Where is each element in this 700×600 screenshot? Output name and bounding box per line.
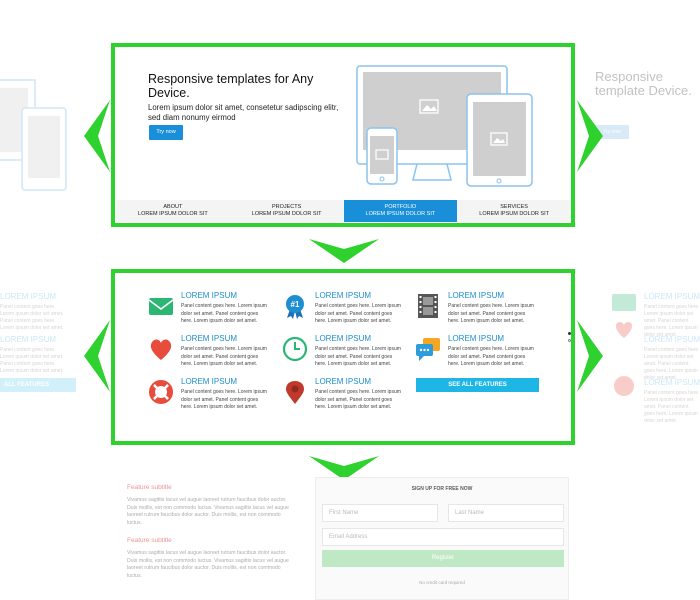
film-strip-icon — [418, 294, 438, 318]
feature-heading: LOREM IPSUM — [448, 291, 505, 300]
nav-sublabel: LOREM IPSUM DOLOR SIT — [251, 211, 322, 217]
ghost-feature-text: Panel content goes here. Lorem ipsum dol… — [0, 304, 64, 331]
map-pin-icon — [286, 381, 304, 404]
ghost-see-all-button: ALL FEATURES — [0, 378, 76, 392]
email-field[interactable]: Email Address — [322, 528, 564, 546]
ghost-feature-text: Panel content goes here. Lorem ipsum dol… — [644, 304, 700, 338]
ghost-feature-heading: LOREM IPSUM — [644, 378, 700, 387]
register-button[interactable]: Register — [322, 550, 564, 567]
try-now-button[interactable]: Try now — [149, 125, 183, 140]
heart-icon — [150, 339, 172, 360]
feature-heading: LOREM IPSUM — [315, 334, 372, 343]
nav-label: PROJECTS — [271, 204, 302, 210]
feature-subtitle: Feature subtitle — [127, 484, 172, 491]
feature-text: Panel content goes here. Lorem ipsum dol… — [448, 346, 534, 367]
award-badge-icon: #1 — [286, 295, 304, 319]
chat-bubbles-icon — [416, 338, 440, 361]
nav-item-about[interactable]: ABOUT LOREM IPSUM DOLOR SIT — [116, 200, 230, 222]
nav-sublabel: LOREM IPSUM DOLOR SIT — [138, 211, 208, 217]
nav-label: SERVICES — [500, 204, 528, 210]
hero-nav-bar: ABOUT LOREM IPSUM DOLOR SIT PROJECTS LOR… — [116, 200, 571, 222]
arrow-left-icon[interactable] — [84, 100, 110, 172]
ghost-feature-text: Panel content goes here. Lorem ipsum dol… — [0, 347, 64, 374]
ghost-feature-icons-right — [612, 294, 636, 396]
signup-form: SIGN UP FOR FREE NOW First Name Last Nam… — [315, 477, 569, 600]
first-name-field[interactable]: First Name — [322, 504, 438, 522]
feature-heading: LOREM IPSUM — [448, 334, 505, 343]
nav-item-projects[interactable]: PROJECTS LOREM IPSUM DOLOR SIT — [230, 200, 344, 222]
ghost-feature-text: Panel content goes here. Lorem ipsum dol… — [644, 347, 700, 381]
see-all-features-button[interactable]: SEE ALL FEATURES — [416, 378, 539, 392]
feature-text: Panel content goes here. Lorem ipsum dol… — [181, 346, 267, 367]
feature-text: Panel content goes here. Lorem ipsum dol… — [315, 303, 401, 324]
arrow-down-icon — [309, 239, 379, 263]
ghost-feature-heading: LOREM IPSUM — [644, 335, 700, 344]
lifebuoy-icon — [149, 380, 173, 404]
ghost-feature-text: Panel content goes here. Lorem ipsum dol… — [644, 390, 700, 424]
nav-item-portfolio[interactable]: PORTFOLIO LOREM IPSUM DOLOR SIT — [343, 200, 458, 222]
envelope-icon — [148, 298, 174, 315]
feature-text: Panel content goes here. Lorem ipsum dol… — [181, 389, 267, 410]
feature-heading: LOREM IPSUM — [315, 291, 372, 300]
clock-icon — [282, 336, 308, 362]
feature-heading: LOREM IPSUM — [181, 291, 238, 300]
feature-heading: LOREM IPSUM — [181, 377, 238, 386]
nav-sublabel: LOREM IPSUM DOLOR SIT — [479, 211, 549, 217]
feature-text: Panel content goes here. Lorem ipsum dol… — [315, 389, 401, 410]
feature-heading: LOREM IPSUM — [315, 377, 372, 386]
nav-sublabel: LOREM IPSUM DOLOR SIT — [365, 211, 436, 217]
pager-dot-active[interactable] — [568, 332, 571, 335]
hero-subtitle: Lorem ipsum dolor sit amet, consetetur s… — [148, 103, 339, 122]
ghost-feature-heading: LOREM IPSUM — [0, 335, 57, 344]
nav-item-services[interactable]: SERVICES LOREM IPSUM DOLOR SIT — [457, 200, 571, 222]
last-name-field[interactable]: Last Name — [448, 504, 564, 522]
ghost-devices-left — [0, 79, 67, 191]
feature-subtitle: Feature subtitle — [127, 537, 172, 544]
ghost-feature-heading: LOREM IPSUM — [644, 292, 700, 301]
pager-dot[interactable] — [568, 339, 571, 342]
feature-heading: LOREM IPSUM — [181, 334, 238, 343]
arrow-right-icon[interactable] — [577, 320, 603, 392]
feature-text: Panel content goes here. Lorem ipsum dol… — [315, 346, 401, 367]
svg-text:#1: #1 — [291, 300, 300, 309]
nav-label: ABOUT — [163, 204, 183, 210]
feature-text: Panel content goes here. Lorem ipsum dol… — [448, 303, 534, 324]
arrow-left-icon[interactable] — [84, 320, 110, 392]
arrow-right-icon[interactable] — [577, 100, 603, 172]
ghost-hero-title: Responsive template Device. — [595, 69, 692, 98]
hero-title: Responsive templates for Any Device. — [148, 72, 314, 100]
feature-text: Vivamus sagittis lacus vel augue laoreet… — [127, 550, 289, 579]
signup-form-title: SIGN UP FOR FREE NOW — [411, 486, 473, 492]
no-credit-card-note: No credit card required — [419, 580, 465, 585]
ghost-feature-heading: LOREM IPSUM — [0, 292, 57, 301]
nav-label: PORTFOLIO — [384, 204, 417, 210]
feature-text: Vivamus sagittis lacus vel augue laoreet… — [127, 497, 289, 526]
feature-text: Panel content goes here. Lorem ipsum dol… — [181, 303, 267, 324]
responsive-devices-illustration — [356, 65, 533, 187]
